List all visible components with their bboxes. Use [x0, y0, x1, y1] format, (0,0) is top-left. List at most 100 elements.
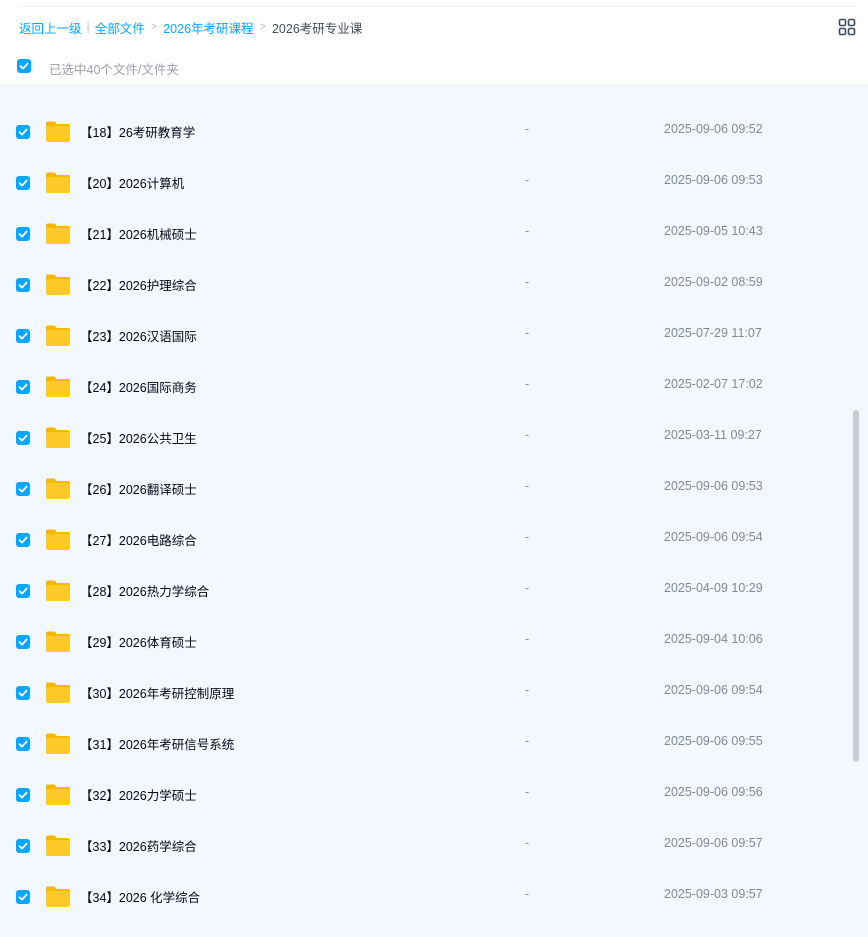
checkbox-checked-icon — [18, 383, 28, 391]
checkbox-checked-icon — [18, 740, 28, 748]
table-row[interactable]: 【20】2026计算机 - 2025-09-06 09:53 — [0, 155, 852, 206]
table-row[interactable]: 【21】2026机械硕士 - 2025-09-05 10:43 — [0, 206, 852, 257]
breadcrumb-current: 2026考研专业课 — [271, 21, 363, 36]
folder-icon — [46, 121, 70, 142]
row-checkbox[interactable] — [16, 788, 30, 802]
file-modified-date: 2025-09-06 09:53 — [664, 173, 763, 187]
checkbox-checked-icon — [19, 62, 29, 70]
grid-view-icon[interactable] — [838, 18, 856, 36]
table-row[interactable]: 【32】2026力学硕士 - 2025-09-06 09:56 — [0, 767, 852, 818]
row-checkbox[interactable] — [16, 125, 30, 139]
file-name[interactable]: 【31】2026年考研信号系统 — [80, 734, 234, 753]
file-modified-date: 2025-09-06 09:52 — [664, 122, 763, 136]
file-name[interactable]: 【25】2026公共卫生 — [80, 428, 197, 447]
folder-icon — [46, 733, 70, 754]
checkbox-checked-icon — [18, 434, 28, 442]
folder-icon — [46, 325, 70, 346]
file-modified-date: 2025-04-09 10:29 — [664, 581, 763, 595]
folder-icon — [46, 886, 70, 907]
row-checkbox[interactable] — [16, 227, 30, 241]
checkbox-checked-icon — [18, 842, 28, 850]
row-checkbox[interactable] — [16, 329, 30, 343]
file-name[interactable]: 【34】2026 化学综合 — [80, 887, 200, 906]
checkbox-checked-icon — [18, 689, 28, 697]
file-size: - — [525, 530, 530, 544]
file-name[interactable]: 【29】2026体育硕士 — [80, 632, 197, 651]
breadcrumb-back-link[interactable]: 返回上一级 — [19, 18, 82, 37]
file-size: - — [525, 275, 530, 289]
file-name[interactable]: 【23】2026汉语国际 — [80, 326, 197, 345]
folder-icon — [46, 835, 70, 856]
checkbox-checked-icon — [18, 638, 28, 646]
file-size: - — [525, 632, 530, 646]
table-row[interactable]: 【27】2026电路综合 - 2025-09-06 09:54 — [0, 512, 852, 563]
file-modified-date: 2025-09-05 10:43 — [664, 224, 763, 238]
row-checkbox[interactable] — [16, 890, 30, 904]
row-checkbox[interactable] — [16, 482, 30, 496]
file-name[interactable]: 【28】2026热力学综合 — [80, 581, 209, 600]
checkbox-checked-icon — [18, 179, 28, 187]
file-modified-date: 2025-07-29 11:07 — [664, 326, 762, 340]
file-modified-date: 2025-02-07 17:02 — [664, 377, 763, 391]
file-size: - — [525, 173, 530, 187]
file-name[interactable]: 【32】2026力学硕士 — [80, 785, 197, 804]
table-row[interactable]: 【25】2026公共卫生 - 2025-03-11 09:27 — [0, 410, 852, 461]
table-row[interactable]: 【26】2026翻译硕士 - 2025-09-06 09:53 — [0, 461, 852, 512]
file-name[interactable]: 【21】2026机械硕士 — [80, 224, 197, 243]
row-checkbox[interactable] — [16, 278, 30, 292]
file-name[interactable]: 【18】26考研教育学 — [80, 122, 195, 141]
table-row[interactable]: 【23】2026汉语国际 - 2025-07-29 11:07 — [0, 308, 852, 359]
row-checkbox[interactable] — [16, 839, 30, 853]
file-name[interactable]: 【20】2026计算机 — [80, 173, 184, 192]
table-row[interactable]: 【28】2026热力学综合 - 2025-04-09 10:29 — [0, 563, 852, 614]
folder-icon — [46, 784, 70, 805]
file-size: - — [525, 581, 530, 595]
file-modified-date: 2025-09-02 08:59 — [664, 275, 763, 289]
row-checkbox[interactable] — [16, 431, 30, 445]
row-checkbox[interactable] — [16, 176, 30, 190]
row-checkbox[interactable] — [16, 737, 30, 751]
file-size: - — [525, 479, 530, 493]
folder-icon — [46, 376, 70, 397]
row-checkbox[interactable] — [16, 635, 30, 649]
checkbox-checked-icon — [18, 230, 28, 238]
file-size: - — [525, 785, 530, 799]
file-modified-date: 2025-09-03 09:57 — [664, 887, 763, 901]
file-name[interactable]: 【27】2026电路综合 — [80, 530, 197, 549]
breadcrumb-separator: | — [86, 20, 90, 34]
folder-icon — [46, 529, 70, 550]
breadcrumb-parent-link[interactable]: 2026年考研课程 — [163, 18, 253, 37]
file-modified-date: 2025-09-06 09:57 — [664, 836, 763, 850]
file-modified-date: 2025-09-06 09:54 — [664, 683, 763, 697]
vertical-scrollbar[interactable] — [853, 410, 859, 762]
file-name[interactable]: 【26】2026翻译硕士 — [80, 479, 197, 498]
select-all-checkbox[interactable] — [17, 59, 31, 73]
table-row[interactable]: 【22】2026护理综合 - 2025-09-02 08:59 — [0, 257, 852, 308]
table-row[interactable]: 【29】2026体育硕士 - 2025-09-04 10:06 — [0, 614, 852, 665]
row-checkbox[interactable] — [16, 380, 30, 394]
file-size: - — [525, 836, 530, 850]
table-row[interactable]: 【18】26考研教育学 - 2025-09-06 09:52 — [0, 104, 852, 155]
select-all-row: 已选中40个文件/文件夹 — [0, 56, 868, 78]
table-row-partial[interactable] — [0, 84, 852, 94]
file-name[interactable]: 【24】2026国际商务 — [80, 377, 197, 396]
breadcrumb-all-files-link[interactable]: 全部文件 — [95, 18, 145, 37]
file-name[interactable]: 【33】2026药学综合 — [80, 836, 197, 855]
folder-icon — [46, 223, 70, 244]
row-checkbox[interactable] — [16, 533, 30, 547]
table-row[interactable]: 【30】2026年考研控制原理 - 2025-09-06 09:54 — [0, 665, 852, 716]
checkbox-checked-icon — [18, 893, 28, 901]
row-checkbox[interactable] — [16, 686, 30, 700]
file-size: - — [525, 428, 530, 442]
table-row[interactable]: 【33】2026药学综合 - 2025-09-06 09:57 — [0, 818, 852, 869]
table-row[interactable]: 【24】2026国际商务 - 2025-02-07 17:02 — [0, 359, 852, 410]
row-checkbox[interactable] — [16, 584, 30, 598]
table-row[interactable]: 【31】2026年考研信号系统 - 2025-09-06 09:55 — [0, 716, 852, 767]
folder-icon — [46, 274, 70, 295]
table-row[interactable]: 【34】2026 化学综合 - 2025-09-03 09:57 — [0, 869, 852, 920]
folder-icon — [46, 631, 70, 652]
file-name[interactable]: 【30】2026年考研控制原理 — [80, 683, 234, 702]
file-name[interactable]: 【22】2026护理综合 — [80, 275, 197, 294]
checkbox-checked-icon — [18, 587, 28, 595]
file-size: - — [525, 224, 530, 238]
